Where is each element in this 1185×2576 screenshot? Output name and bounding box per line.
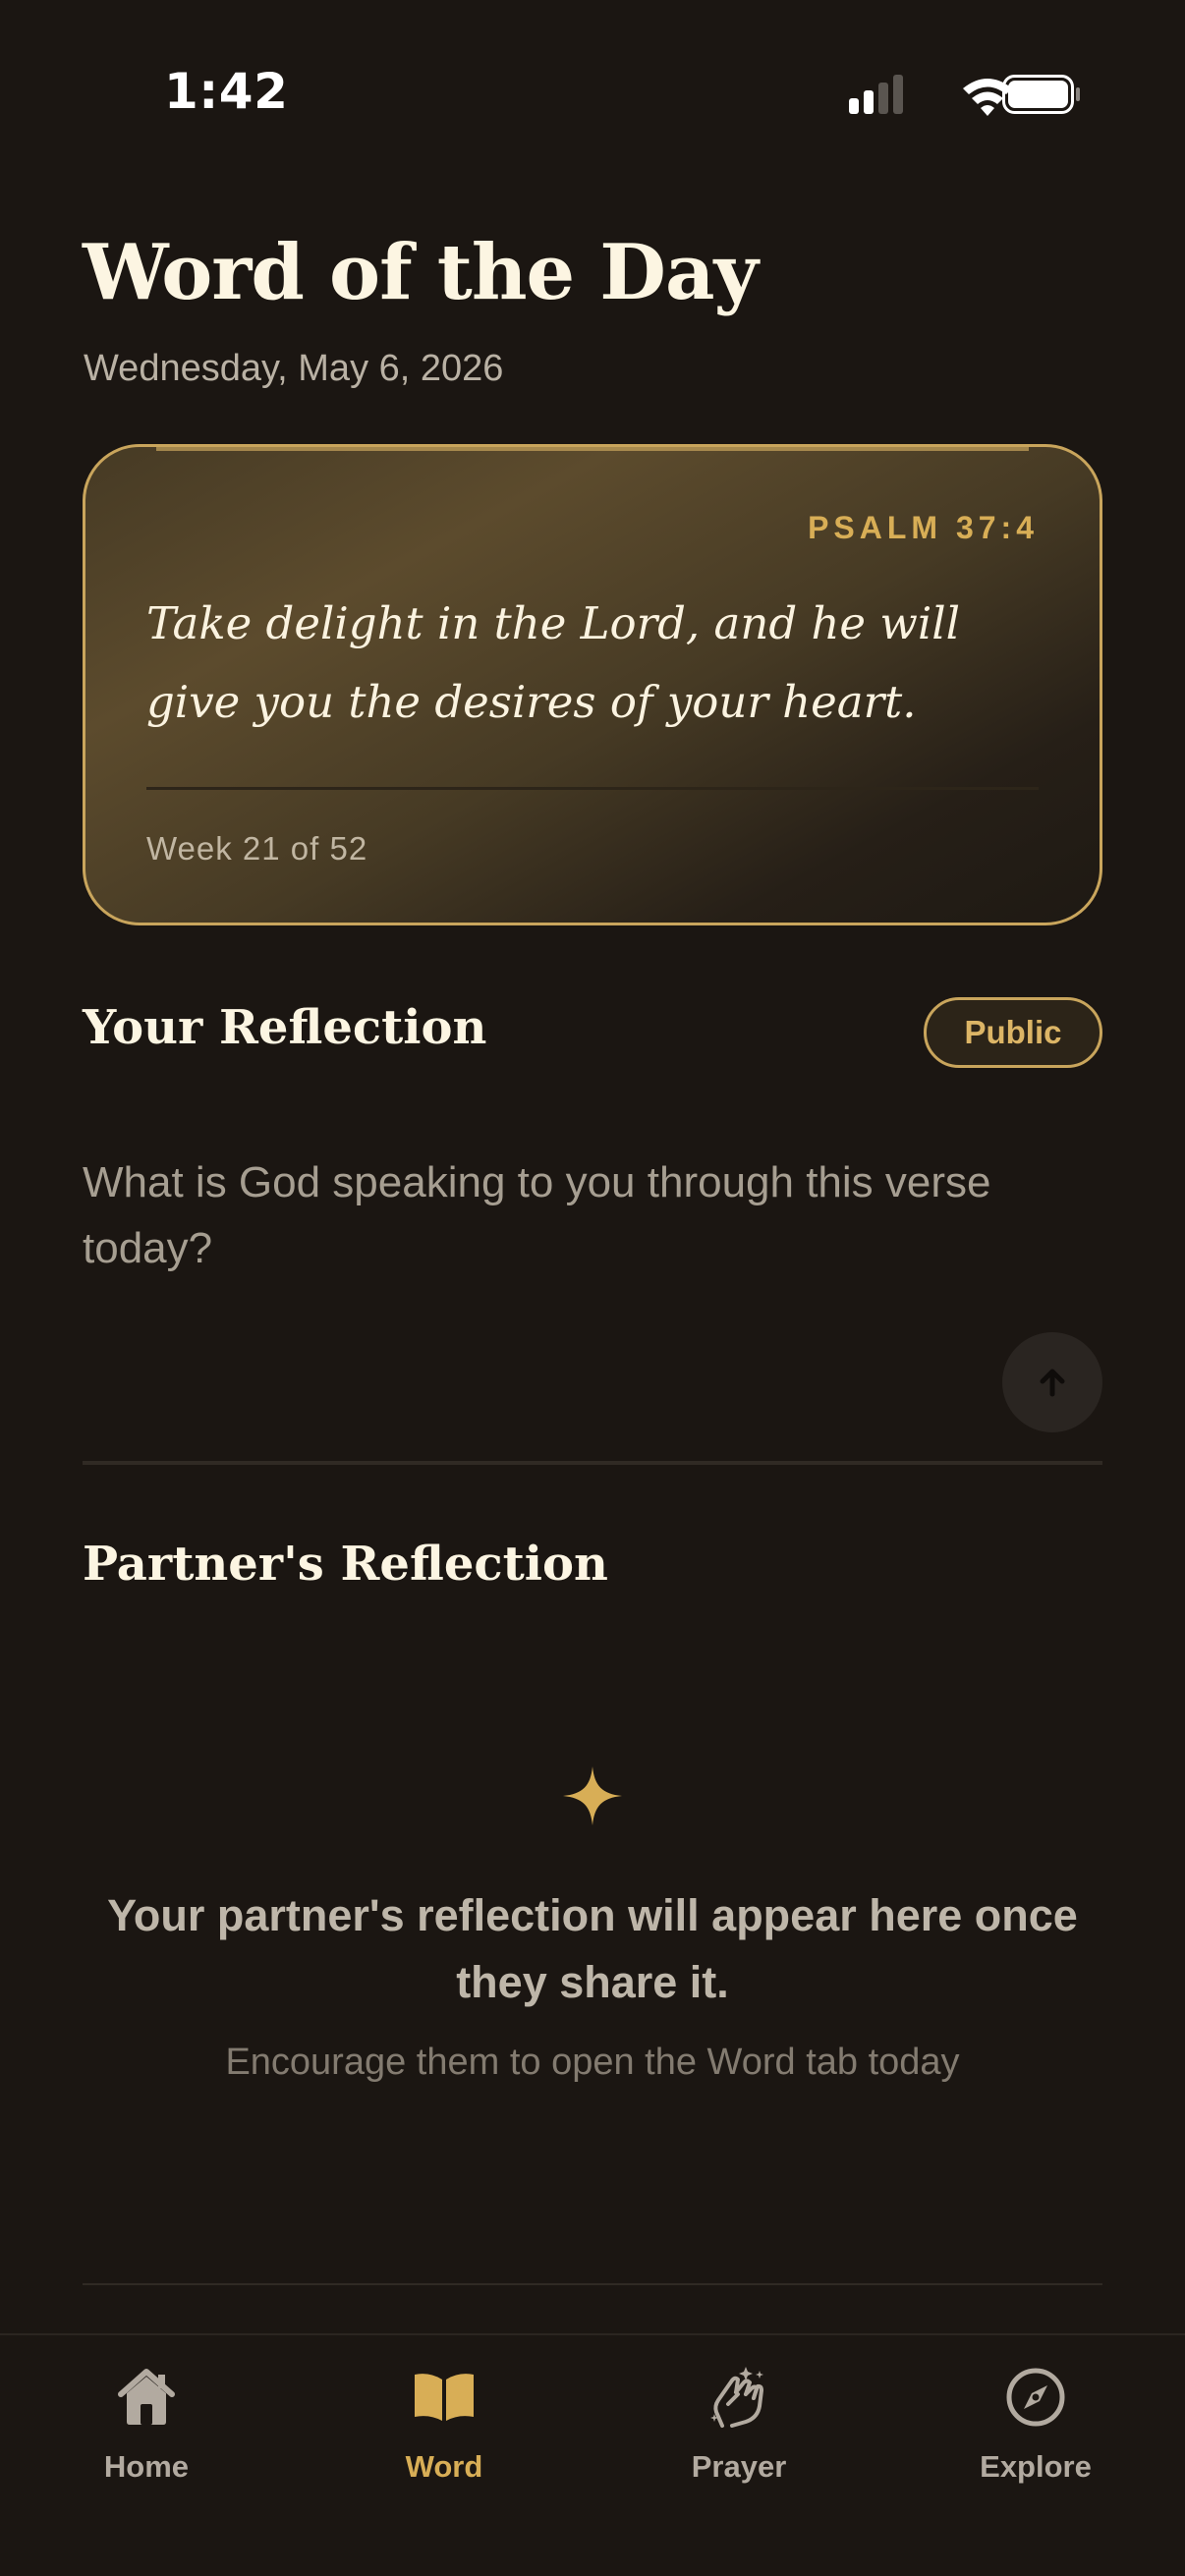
verse-divider (146, 787, 1039, 790)
tab-word[interactable]: Word (346, 2363, 542, 2491)
submit-reflection-button[interactable] (1002, 1332, 1102, 1432)
partner-empty-message: Your partner's reflection will appear he… (107, 1890, 1078, 2007)
verse-card: PSALM 37:4 Take delight in the Lord, and… (83, 444, 1102, 925)
compass-icon (1001, 2363, 1070, 2432)
partner-reflection-title: Partner's Reflection (83, 1537, 608, 1592)
reflection-input[interactable] (83, 1149, 1026, 1307)
tab-explore[interactable]: Explore (937, 2363, 1134, 2491)
tab-label: Word (405, 2449, 483, 2484)
status-icons (849, 75, 1080, 116)
praying-hands-icon (705, 2363, 773, 2432)
status-time: 1:42 (164, 63, 289, 120)
house-icon (112, 2363, 181, 2432)
tab-label: Home (103, 2449, 190, 2484)
arrow-up-icon (1040, 1369, 1065, 1397)
page-title: Word of the Day (83, 228, 759, 317)
tab-home[interactable]: Home (48, 2363, 245, 2491)
word-of-the-day-screen: 1:42 Word of the Day Wednesday, May 6, 2… (0, 0, 1185, 2576)
section-divider (83, 1461, 1102, 1465)
sparkle-icon (563, 1766, 622, 1825)
visibility-toggle[interactable]: Public (924, 997, 1102, 1068)
verse-text: Take delight in the Lord, and he will gi… (146, 597, 961, 728)
week-progress: Week 21 of 52 (146, 830, 368, 867)
battery-icon (1002, 75, 1080, 114)
tab-label: Prayer (691, 2449, 787, 2484)
partner-hint: Encourage them to open the Word tab toda… (225, 2042, 960, 2083)
tab-prayer[interactable]: Prayer (641, 2363, 837, 2491)
tab-bar: Home Word Prayer Explore (0, 2333, 1185, 2576)
tab-label: Explore (980, 2449, 1092, 2484)
page-date: Wednesday, May 6, 2026 (84, 348, 504, 389)
verse-reference: PSALM 37:4 (808, 510, 1039, 545)
open-book-icon (410, 2363, 479, 2432)
bottom-divider (83, 2283, 1102, 2285)
signal-icon (849, 75, 903, 114)
your-reflection-title: Your Reflection (83, 1000, 487, 1055)
